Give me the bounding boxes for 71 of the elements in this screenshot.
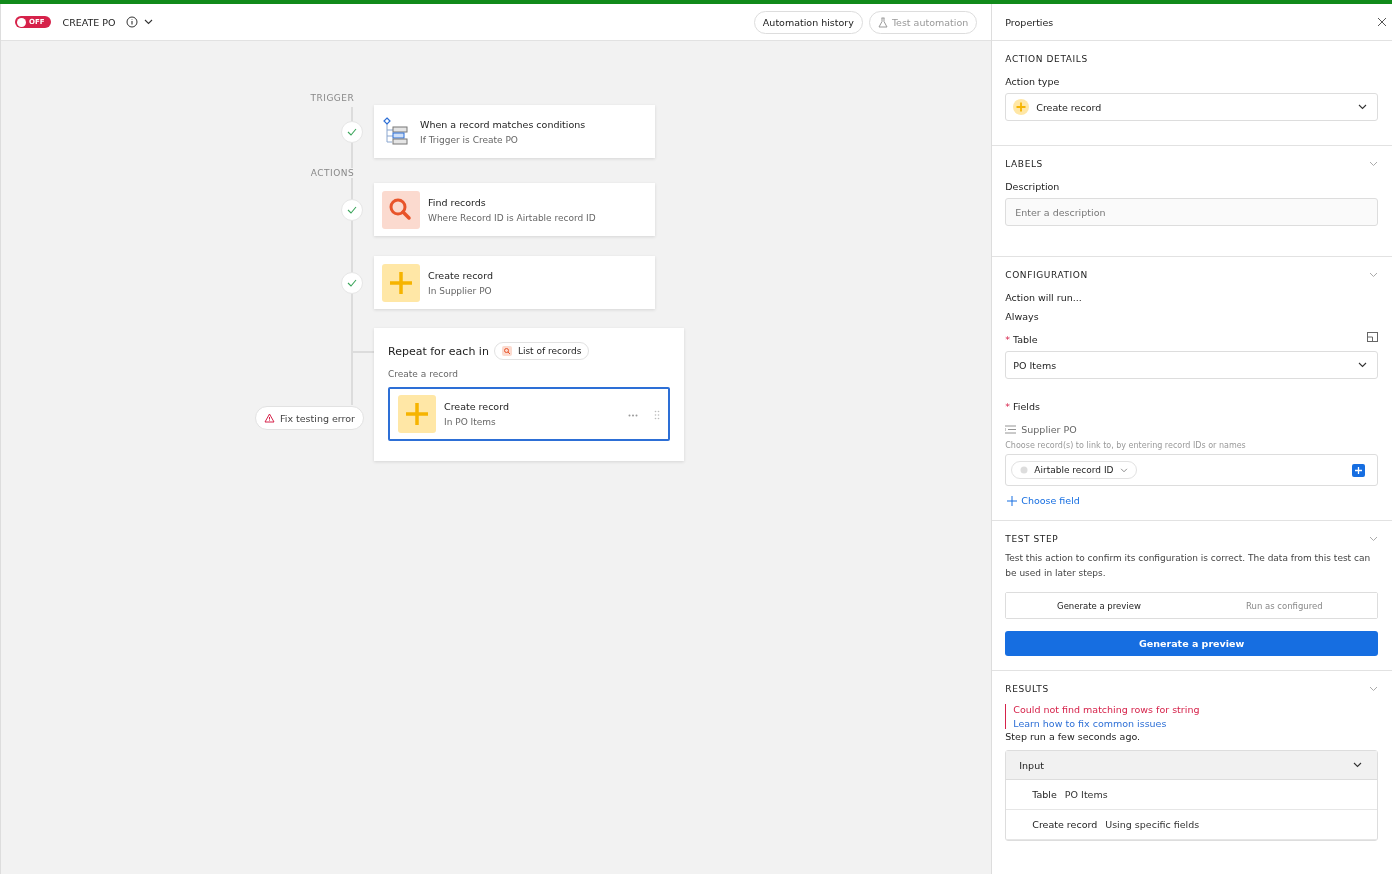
search-icon [382,190,420,229]
section-heading: CONFIGURATION [1005,270,1088,280]
actions-label: ACTIONS [310,168,355,178]
generate-preview-button[interactable]: Generate a preview [1005,631,1378,656]
section-heading: RESULTS [1005,684,1049,694]
record-id-icon [1020,466,1029,474]
field-label: Action type [1005,76,1061,87]
table-dropdown[interactable]: PO Items [1005,351,1378,379]
step-subtitle: In Supplier PO [428,285,493,296]
flask-icon [877,16,888,28]
input-value: PO Items [1064,789,1108,800]
field-label: Description [1005,181,1061,192]
choose-field-link[interactable]: Choose field [1005,495,1082,506]
search-icon [501,346,512,356]
chevron-down-icon [1119,467,1128,473]
section-heading: LABELS [1005,159,1043,169]
plus-icon [382,263,420,302]
record-link-field[interactable]: Airtable record ID [1005,454,1378,486]
chevron-down-icon[interactable] [143,19,153,25]
automation-title: CREATE PO [62,16,116,28]
section-heading: TEST STEP [1005,534,1059,544]
run-status-text: Step run a few seconds ago. [1005,731,1142,742]
chevron-down-icon [1358,104,1367,110]
step-title: When a record matches conditions [420,118,586,130]
field-label: Table [1013,334,1038,345]
input-key: Create record [1032,819,1098,830]
section-heading: ACTION DETAILS [1005,54,1089,64]
input-accordion-header[interactable]: Input [1006,751,1377,780]
warning-icon [264,413,275,423]
input-value: Using specific fields [1105,819,1200,830]
info-icon[interactable] [125,16,138,28]
history-button[interactable]: Automation history [753,10,863,34]
panel-title: Properties [1005,16,1054,28]
step-subtitle: In PO Items [444,417,497,427]
field-name: Supplier PO [1021,424,1077,435]
action-type-dropdown[interactable]: Create record [1005,93,1378,121]
add-icon[interactable] [1352,463,1365,477]
step-card[interactable]: Create record In PO Items [388,387,670,441]
step-card[interactable]: Find records Where Record ID is Airtable record ID [374,183,655,236]
trigger-label: TRIGGER [310,93,355,103]
more-icon[interactable] [628,414,638,417]
step-title: Create record [428,269,493,281]
chevron-down-icon [1353,762,1362,768]
test-step-description: Test this action to confirm its configuration is correct. The data from this test can be used in later steps. [1005,552,1372,580]
required-mark: * [1005,401,1011,412]
run-condition-text: Always [1005,311,1040,322]
chevron-down-icon [1358,362,1367,368]
repeat-subtitle: Create a record [388,369,459,379]
fix-testing-error-button[interactable]: Fix testing error [255,406,364,430]
expand-icon[interactable] [1367,331,1378,342]
description-input[interactable]: Enter a description [1005,198,1378,226]
repeat-title: Repeat for each in [388,344,489,358]
field-hint: Choose record(s) to link to, by entering record IDs or names [1005,441,1247,450]
link-field-icon [1005,425,1017,434]
step-card[interactable]: When a record matches conditions If Trigger is Create PO [374,105,655,158]
plus-icon [1007,495,1018,506]
input-key: Table [1032,789,1057,800]
step-card[interactable]: Create record In Supplier PO [374,256,655,309]
step-title: Create record [444,401,509,412]
field-label: Fields [1013,401,1040,412]
plus-icon [1013,99,1030,115]
help-link[interactable]: Learn how to fix common issues [1013,718,1378,729]
close-icon[interactable] [1377,17,1387,27]
plus-icon [398,395,436,433]
step-subtitle: If Trigger is Create PO [420,134,519,145]
error-text: Could not find matching rows for string [1013,704,1201,715]
drag-handle-icon[interactable] [654,410,660,420]
required-mark: * [1005,334,1011,345]
step-title: Find records [428,196,487,208]
field-label: Action will run... [1005,292,1083,303]
step-subtitle: Where Record ID is Airtable record ID [428,212,596,223]
